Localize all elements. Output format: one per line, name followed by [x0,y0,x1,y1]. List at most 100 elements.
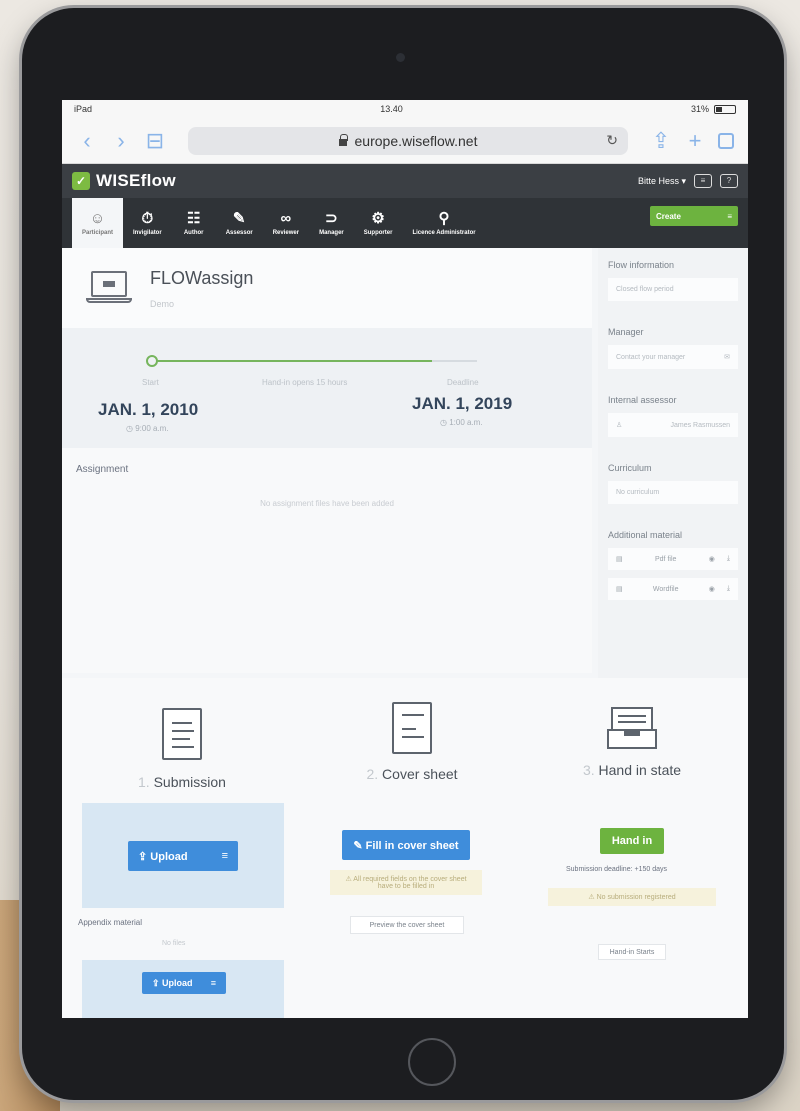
notice-text: All required fields on the cover sheet h… [353,876,467,890]
material-actions: ◉ ⤓ [709,585,730,593]
tabs-icon[interactable] [718,132,734,149]
file-icon: ▤ [616,556,623,563]
url-text: europe.wiseflow.net [354,132,478,149]
flow-header: FLOWassign Demo [62,248,592,328]
reviewer-icon: ∞ [280,209,292,227]
hand-in-starts-button[interactable]: Hand-in Starts [598,944,666,960]
wiseflow-logo[interactable]: ✓ WISEflow [72,171,176,191]
step-number: 2. [366,766,379,782]
step-hand-in: 3. Hand in state Hand in Submission dead… [522,678,742,1018]
download-icon[interactable]: ⤓ [727,585,730,593]
home-button[interactable] [408,1038,456,1086]
lock-icon [338,134,348,146]
role-label: Manager [319,229,344,236]
bookmarks-icon[interactable]: ⊟ [144,128,166,154]
material-name: Wordfile [652,585,679,593]
flow-title: FLOWassign [150,267,254,288]
end-date: JAN. 1, 2019 [412,394,513,413]
menu-icon: ≡ [210,978,216,988]
material-item[interactable]: ▤ Pdf file ◉ ⤓ [608,548,738,570]
step-label: 3. Hand in state [522,762,742,778]
curriculum-value: No curriculum [608,481,738,504]
fill-text: Fill in cover sheet [365,839,459,852]
laptop-icon [86,271,132,305]
appendix-label: Appendix material [78,918,143,927]
person-icon: ☺ [89,209,106,227]
submission-deadline: Submission deadline: +150 days [566,866,667,873]
user-menu[interactable]: Bitte Hess ▾ [638,176,686,187]
status-value: Closed flow period [608,278,738,301]
step-title: Submission [153,774,226,790]
step-submission: 1. Submission ⇪ Upload ≡ Appendix materi… [72,678,292,1018]
upload-dropzone[interactable]: ⇪ Upload ≡ [82,803,284,908]
tab-supporter[interactable]: ⚙ Supporter [354,198,403,248]
status-bar: iPad 13.40 31% [62,100,748,118]
content: FLOWassign Demo Start Hand-in opens 15 h… [62,248,748,1018]
carrier: iPad [74,104,93,114]
role-bar: ☺ Participant ⏱ Invigilator ☷ Author ✎ A… [62,198,748,248]
create-button[interactable]: Create ≡ [650,206,738,226]
upload-text: Upload [162,977,193,988]
material-title: Additional material [608,530,683,540]
tab-assessor[interactable]: ✎ Assessor [216,198,263,248]
help-icon[interactable]: ? [720,174,738,188]
view-icon[interactable]: ◉ [709,555,715,563]
address-bar[interactable]: europe.wiseflow.net ↻ [188,126,628,155]
role-label: Invigilator [133,229,162,236]
cover-sheet-notice: ⚠ All required fields on the cover sheet… [330,870,482,895]
step-number: 3. [582,762,595,778]
new-tab-icon[interactable]: + [684,128,706,154]
tab-author[interactable]: ☷ Author [172,198,216,248]
reload-icon[interactable]: ↻ [606,132,618,149]
timeline: Start Hand-in opens 15 hours Deadline JA… [62,328,592,448]
tab-manager[interactable]: ⊃ Manager [309,198,354,248]
share-icon[interactable]: ⇪ [650,128,672,154]
tab-participant[interactable]: ☺ Participant [72,198,124,248]
role-label: Licence Administrator [412,229,476,236]
tab-reviewer[interactable]: ∞ Reviewer [263,198,309,248]
download-icon[interactable]: ⤓ [727,555,730,563]
tab-invigilator[interactable]: ⏱ Invigilator [123,198,172,248]
create-label: Create [656,211,681,221]
hand-in-notice: ⚠ No submission registered [548,888,716,906]
hand-in-steps: 1. Submission ⇪ Upload ≡ Appendix materi… [62,678,748,1018]
upload-text: Upload [150,850,188,863]
logo-mark-icon: ✓ [72,172,90,190]
assessor-person-icon: ♙ [616,422,623,429]
user-area: Bitte Hess ▾ ≡ ? [638,174,738,188]
end-label: Deadline [447,378,479,387]
material-item[interactable]: ▤ Wordfile ◉ ⤓ [608,578,738,600]
file-icon: ▤ [616,586,623,593]
clock: 13.40 [380,104,403,114]
contact-icon[interactable]: ✉ [724,353,730,361]
step-title: Cover sheet [382,766,458,782]
stopwatch-icon: ⏱ [141,209,154,227]
timeline-progress [152,360,432,362]
back-icon[interactable]: ‹ [76,128,98,154]
hand-in-button[interactable]: Hand in [600,828,664,854]
assignment-empty: No assignment files have been added [260,499,394,508]
start-label: Start [142,378,159,387]
view-icon[interactable]: ◉ [709,585,715,593]
curriculum-title: Curriculum [608,463,652,473]
role-label: Reviewer [272,229,300,236]
preview-cover-sheet-button[interactable]: Preview the cover sheet [350,916,464,934]
start-date: JAN. 1, 2010 [98,400,199,419]
assessor-box: ♙ James Rasmussen [608,413,738,437]
assessor-value: James Rasmussen [670,421,730,429]
fill-cover-sheet-button[interactable]: ✎ Fill in cover sheet [342,830,470,860]
upload-label: ⇪ Upload [138,850,188,863]
appendix-dropzone[interactable]: ⇪ Upload ≡ [82,960,284,1018]
upload-label: ⇪ Upload [152,977,193,988]
tablet-frame: iPad 13.40 31% ‹ › ⊟ europe.wiseflow.net… [22,8,784,1100]
appendix-upload-button[interactable]: ⇪ Upload ≡ [142,972,226,994]
end-time: ◷ 1:00 a.m. [440,418,483,427]
document-icon [162,708,202,760]
start-time: ◷ 9:00 a.m. [126,424,169,433]
forward-icon[interactable]: › [110,128,132,154]
messages-icon[interactable]: ≡ [694,174,712,188]
step-number: 1. [138,774,150,790]
assignment-title: Assignment [76,464,129,475]
tab-licence-administrator[interactable]: ⚲ Licence Administrator [402,198,485,248]
upload-button[interactable]: ⇪ Upload ≡ [128,841,238,871]
